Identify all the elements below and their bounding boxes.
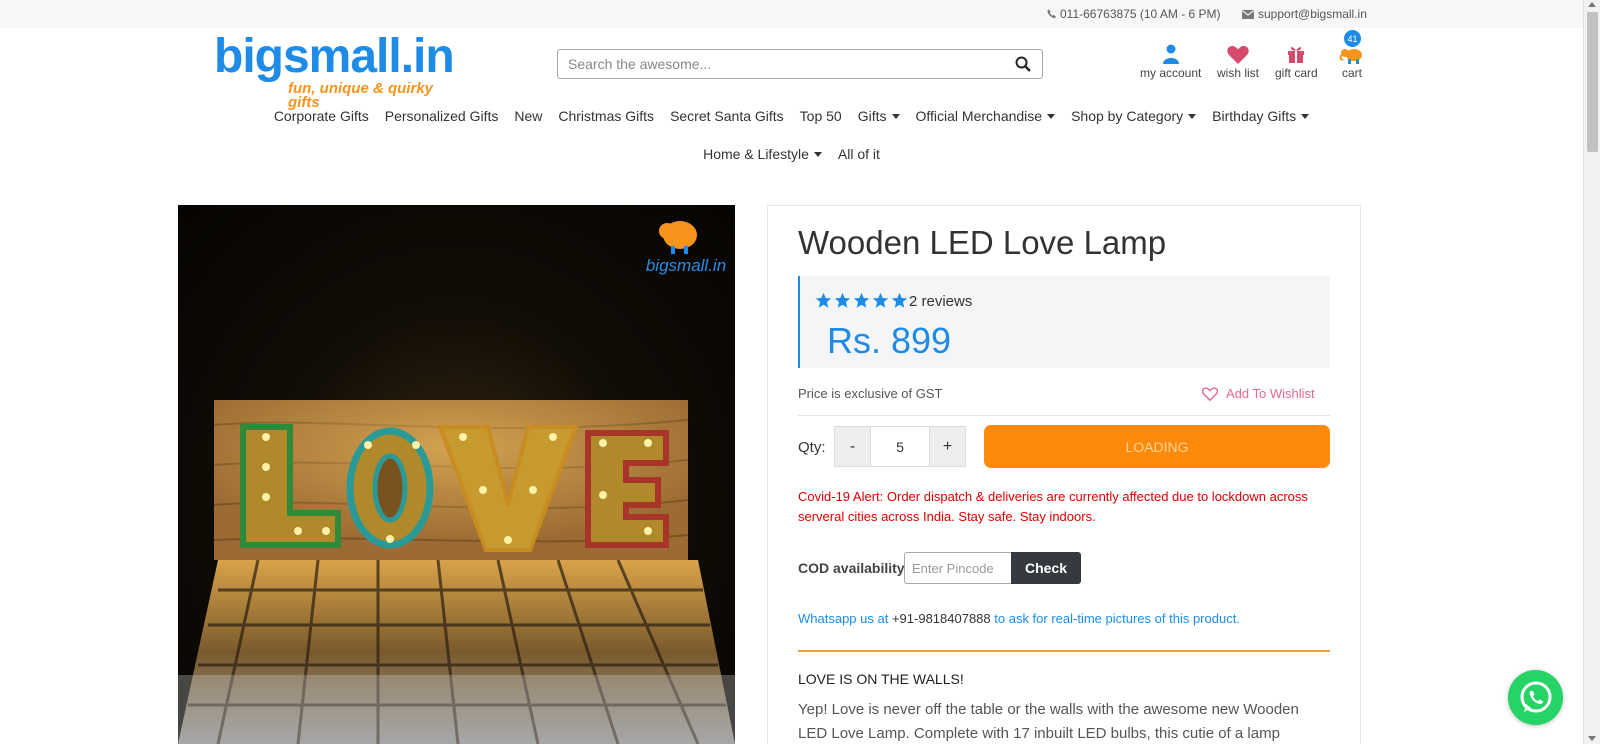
reviews-link[interactable]: 2 reviews xyxy=(909,293,972,310)
price-box: 2 reviews Rs. 899 xyxy=(798,276,1330,368)
page-scrollbar[interactable] xyxy=(1583,0,1600,744)
add-to-cart-button[interactable]: LOADING xyxy=(984,425,1330,468)
site-logo[interactable]: bigsmall.in fun, unique & quirky gifts xyxy=(214,30,458,111)
contact-email[interactable]: support@bigsmall.in xyxy=(1242,7,1367,21)
scrollbar-thumb[interactable] xyxy=(1587,12,1598,152)
product-title: Wooden LED Love Lamp xyxy=(798,224,1167,261)
top-bar: 011-66763875 (10 AM - 6 PM) support@bigs… xyxy=(0,0,1583,28)
scroll-down-icon[interactable] xyxy=(1588,736,1596,741)
product-description: Yep! Love is never off the table or the … xyxy=(798,701,1299,742)
caret-down-icon xyxy=(813,151,822,157)
main-nav-row-2: Home & Lifestyle All of it xyxy=(0,146,1583,162)
nav-item-gifts[interactable]: Gifts xyxy=(858,108,900,124)
rating-stars[interactable] xyxy=(815,292,908,309)
caret-down-icon xyxy=(1301,113,1310,119)
cart-link[interactable]: 41 cart xyxy=(1339,30,1365,80)
envelope-icon xyxy=(1242,9,1254,19)
gift-card-label: gift card xyxy=(1275,66,1318,80)
star-icon xyxy=(891,292,908,308)
check-pincode-button[interactable]: Check xyxy=(1011,552,1081,584)
nav-item-christmas-gifts[interactable]: Christmas Gifts xyxy=(558,108,654,124)
add-to-wishlist-label: Add To Wishlist xyxy=(1226,386,1315,401)
whatsapp-suffix: to ask for real-time pictures of this pr… xyxy=(994,611,1240,626)
nav-item-secret-santa-gifts[interactable]: Secret Santa Gifts xyxy=(670,108,784,124)
wish-list-link[interactable]: wish list xyxy=(1217,42,1259,80)
caret-down-icon xyxy=(891,113,900,119)
nav-item-top-50[interactable]: Top 50 xyxy=(800,108,842,124)
description-heading: LOVE IS ON THE WALLS! xyxy=(798,671,964,687)
wish-list-label: wish list xyxy=(1217,66,1260,80)
user-icon xyxy=(1162,44,1179,64)
qty-value[interactable]: 5 xyxy=(870,427,930,466)
contact-phone[interactable]: 011-66763875 (10 AM - 6 PM) xyxy=(1047,7,1221,21)
quantity-stepper: - 5 + xyxy=(834,426,966,467)
nav-item-shop-by-category[interactable]: Shop by Category xyxy=(1071,108,1197,124)
whatsapp-info[interactable]: Whatsapp us at +91-9818407888 to ask for… xyxy=(798,611,1240,626)
product-details-panel: Wooden LED Love Lamp 2 reviews Rs. 899 P… xyxy=(767,205,1361,744)
my-account-link[interactable]: my account xyxy=(1140,42,1201,80)
pincode-input[interactable] xyxy=(904,552,1011,584)
cart-count-badge: 41 xyxy=(1344,30,1361,47)
star-icon xyxy=(853,292,870,308)
phone-number: 011-66763875 (10 AM - 6 PM) xyxy=(1060,7,1221,21)
whatsapp-icon xyxy=(1520,681,1551,712)
my-account-label: my account xyxy=(1140,66,1202,80)
caret-down-icon xyxy=(1188,113,1197,119)
star-icon xyxy=(872,292,889,308)
add-to-wishlist-button[interactable]: Add To Wishlist xyxy=(1202,386,1315,401)
gst-note: Price is exclusive of GST xyxy=(798,386,943,401)
scroll-up-icon[interactable] xyxy=(1588,2,1596,7)
nav-item-birthday-gifts[interactable]: Birthday Gifts xyxy=(1212,108,1310,124)
whatsapp-prefix: Whatsapp us at xyxy=(798,611,889,626)
nav-item-corporate-gifts[interactable]: Corporate Gifts xyxy=(274,108,369,124)
whatsapp-chat-button[interactable] xyxy=(1508,670,1563,725)
heart-outline-icon xyxy=(1202,386,1218,401)
nav-item-personalized-gifts[interactable]: Personalized Gifts xyxy=(385,108,499,124)
email-address: support@bigsmall.in xyxy=(1258,7,1367,21)
main-nav-row-1: Corporate Gifts Personalized Gifts New C… xyxy=(0,108,1583,124)
logo-text: bigsmall.in xyxy=(214,30,455,83)
product-price: Rs. 899 xyxy=(827,320,952,361)
star-icon xyxy=(815,292,832,308)
cod-availability-label: COD availability xyxy=(798,560,905,576)
love-lamp-illustration: bigsmall.in xyxy=(178,221,735,744)
qty-increase-button[interactable]: + xyxy=(930,427,965,466)
watermark-text: bigsmall.in xyxy=(646,256,726,275)
search-bar xyxy=(557,49,1043,79)
whatsapp-number: +91-9818407888 xyxy=(891,611,991,626)
search-icon[interactable] xyxy=(1015,56,1031,72)
star-icon xyxy=(834,292,851,308)
divider xyxy=(798,415,1330,416)
covid-alert: Covid-19 Alert: Order dispatch & deliver… xyxy=(798,489,1308,524)
search-input[interactable] xyxy=(558,50,998,78)
nav-item-all-of-it[interactable]: All of it xyxy=(838,146,880,162)
qty-label: Qty: xyxy=(798,439,826,456)
nav-item-official-merchandise[interactable]: Official Merchandise xyxy=(916,108,1056,124)
nav-item-home-lifestyle[interactable]: Home & Lifestyle xyxy=(703,146,822,162)
product-image[interactable]: bigsmall.in xyxy=(178,205,735,744)
orange-divider xyxy=(798,650,1330,652)
gift-card-link[interactable]: gift card xyxy=(1275,42,1318,80)
heart-icon xyxy=(1227,45,1249,64)
logo-tagline: fun, unique & quirky gifts xyxy=(288,80,433,111)
caret-down-icon xyxy=(1047,113,1056,119)
gift-icon xyxy=(1288,47,1305,63)
qty-decrease-button[interactable]: - xyxy=(835,427,870,466)
phone-icon xyxy=(1047,9,1056,19)
cart-label: cart xyxy=(1341,66,1362,80)
nav-item-new[interactable]: New xyxy=(514,108,542,124)
